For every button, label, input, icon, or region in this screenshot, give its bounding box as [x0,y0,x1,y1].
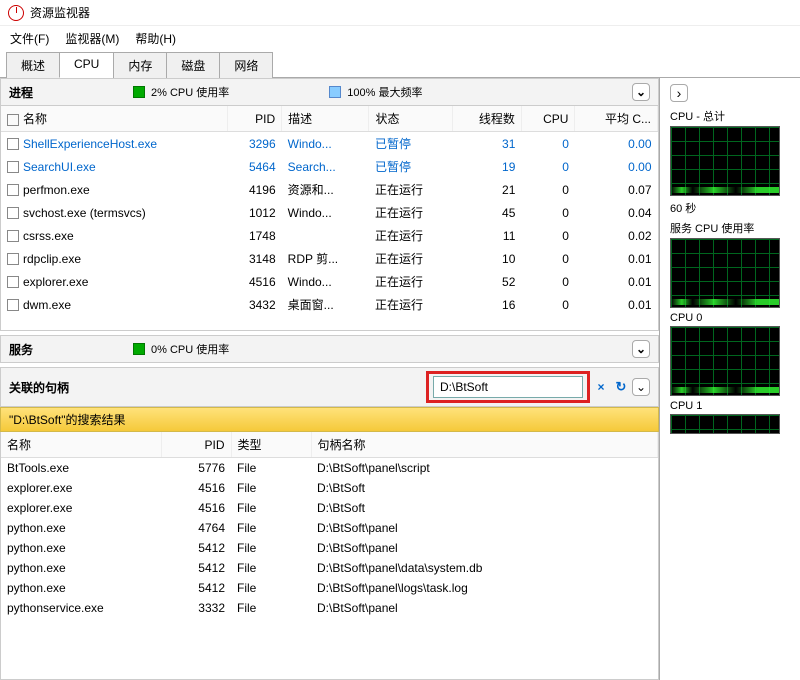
process-row[interactable]: csrss.exe1748正在运行1100.02 [1,224,658,247]
clear-search-icon[interactable]: × [592,378,610,396]
handle-row[interactable]: BtTools.exe5776FileD:\BtSoft\panel\scrip… [1,458,658,479]
hcol-handle[interactable]: 句柄名称 [311,432,658,458]
processes-title: 进程 [9,84,33,101]
check-all[interactable] [7,114,19,126]
tab-network[interactable]: 网络 [219,52,273,78]
graphs-panel: CPU - 总计 60 秒 服务 CPU 使用率 CPU 0 CPU 1 [660,78,800,680]
handle-row[interactable]: explorer.exe4516FileD:\BtSoft [1,478,658,498]
handles-title: 关联的句柄 [9,379,69,396]
row-checkbox[interactable] [7,299,19,311]
titlebar: 资源监视器 [0,0,800,26]
hcol-type[interactable]: 类型 [231,432,311,458]
hcol-pid[interactable]: PID [161,432,231,458]
processes-header[interactable]: 进程 2% CPU 使用率 100% 最大频率 [0,78,659,106]
row-checkbox[interactable] [7,161,19,173]
graphs-collapse-icon[interactable] [670,84,688,102]
cpu-usage-label: 2% CPU 使用率 [151,84,229,100]
menu-help[interactable]: 帮助(H) [135,30,176,47]
graph-label-cpu-total: CPU - 总计 [670,108,790,124]
freq-swatch [329,86,341,98]
graph-label-svc: 服务 CPU 使用率 [670,220,790,236]
menubar: 文件(F) 监视器(M) 帮助(H) [0,26,800,51]
graph-label-cpu1: CPU 1 [670,400,790,412]
handles-search-input[interactable] [433,376,583,398]
process-row[interactable]: ShellExperienceHost.exe3296Windo...已暂停31… [1,132,658,156]
process-row[interactable]: dwm.exe3432桌面窗...正在运行1600.01 [1,293,658,316]
process-row[interactable]: svchost.exe (termsvcs)1012Windo...正在运行45… [1,201,658,224]
graph-cpu-total [670,126,780,196]
services-title: 服务 [9,341,33,358]
tab-memory[interactable]: 内存 [113,52,167,78]
handle-row[interactable]: python.exe5412FileD:\BtSoft\panel [1,538,658,558]
graph-label-cpu0: CPU 0 [670,312,790,324]
search-result-label: "D:\BtSoft"的搜索结果 [0,407,659,432]
services-header[interactable]: 服务 0% CPU 使用率 [0,335,659,363]
handle-row[interactable]: python.exe5412FileD:\BtSoft\panel\data\s… [1,558,658,578]
graph-label-60s: 60 秒 [670,200,790,216]
handles-header: 关联的句柄 × ↻ [0,367,659,407]
row-checkbox[interactable] [7,253,19,265]
tab-cpu[interactable]: CPU [59,52,114,78]
app-icon [8,5,24,21]
handle-row[interactable]: explorer.exe4516FileD:\BtSoft [1,498,658,518]
row-checkbox[interactable] [7,138,19,150]
row-checkbox[interactable] [7,276,19,288]
processes-table[interactable]: 名称 PID 描述 状态 线程数 CPU 平均 C... ShellExperi… [0,106,659,331]
handles-collapse-icon[interactable] [632,378,650,396]
process-row[interactable]: explorer.exe4516Windo...正在运行5200.01 [1,270,658,293]
col-cpu[interactable]: CPU [521,106,575,132]
handle-row[interactable]: python.exe4764FileD:\BtSoft\panel [1,518,658,538]
graph-cpu0 [670,326,780,396]
services-collapse-icon[interactable] [632,340,650,358]
cpu-usage-swatch [133,86,145,98]
menu-monitor[interactable]: 监视器(M) [65,30,119,47]
col-pid[interactable]: PID [228,106,282,132]
col-state[interactable]: 状态 [369,106,453,132]
handle-row[interactable]: python.exe5412FileD:\BtSoft\panel\logs\t… [1,578,658,598]
col-name[interactable]: 名称 [23,112,47,126]
tab-overview[interactable]: 概述 [6,52,60,78]
row-checkbox[interactable] [7,207,19,219]
hcol-name[interactable]: 名称 [1,432,161,458]
col-desc[interactable]: 描述 [282,106,369,132]
process-row[interactable]: rdpclip.exe3148RDP 剪...正在运行1000.01 [1,247,658,270]
graph-svc-cpu [670,238,780,308]
row-checkbox[interactable] [7,184,19,196]
processes-collapse-icon[interactable] [632,83,650,101]
refresh-search-icon[interactable]: ↻ [612,378,630,396]
handle-row[interactable]: pythonservice.exe3332FileD:\BtSoft\panel [1,598,658,618]
search-highlight [426,371,590,403]
window-title: 资源监视器 [30,4,90,21]
menu-file[interactable]: 文件(F) [10,30,49,47]
freq-label: 100% 最大频率 [347,84,422,100]
tab-bar: 概述 CPU 内存 磁盘 网络 [0,51,800,78]
col-threads[interactable]: 线程数 [453,106,522,132]
row-checkbox[interactable] [7,230,19,242]
process-row[interactable]: SearchUI.exe5464Search...已暂停1900.00 [1,155,658,178]
svc-swatch [133,343,145,355]
handles-table[interactable]: 名称 PID 类型 句柄名称 BtTools.exe5776FileD:\BtS… [0,432,659,680]
graph-cpu1 [670,414,780,434]
tab-disk[interactable]: 磁盘 [166,52,220,78]
svc-usage-label: 0% CPU 使用率 [151,341,229,357]
col-avg[interactable]: 平均 C... [575,106,658,132]
process-row[interactable]: perfmon.exe4196资源和...正在运行2100.07 [1,178,658,201]
